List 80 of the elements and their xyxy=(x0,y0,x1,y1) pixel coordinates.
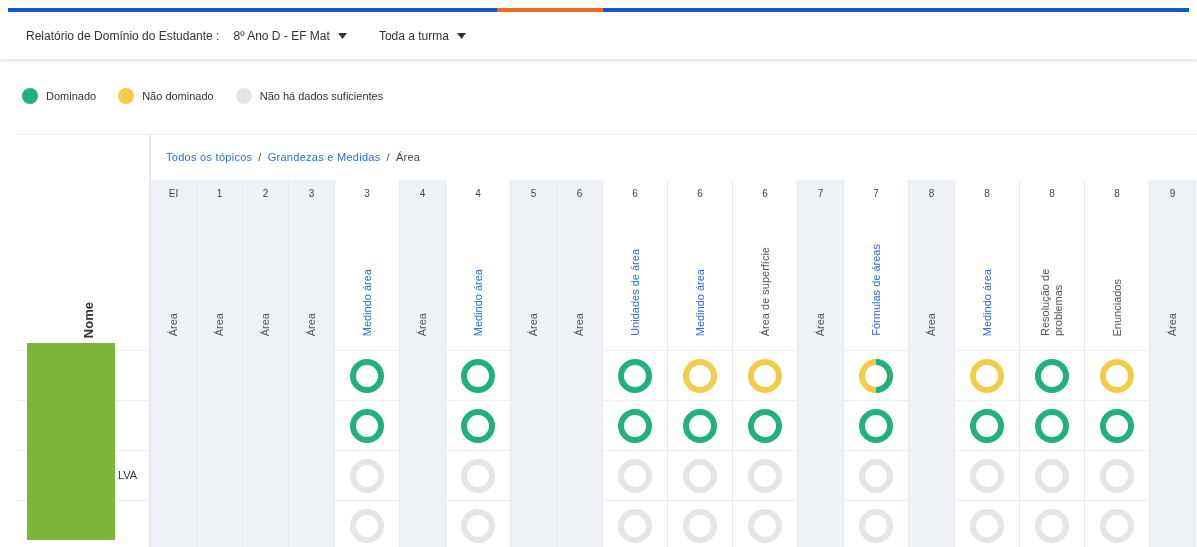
name-column-header: Nome xyxy=(79,301,97,338)
area-header: Área xyxy=(416,312,429,336)
breadcrumb-current: Área xyxy=(395,150,421,166)
grade-label: 4 xyxy=(475,187,481,201)
topic-header[interactable]: Unidades de área xyxy=(628,249,642,336)
grade-label: 6 xyxy=(576,187,583,201)
grade-label: 5 xyxy=(530,187,537,201)
mastery-ring-icon xyxy=(857,456,895,495)
legend-label: Não dominado xyxy=(142,88,214,104)
grade-label: 3 xyxy=(308,187,315,201)
grade-label: EI xyxy=(168,187,179,201)
topic-header[interactable]: Medindo área xyxy=(980,268,994,336)
caret-icon xyxy=(456,32,466,39)
area-header: Área xyxy=(259,312,272,336)
mastery-ring-icon xyxy=(348,356,386,395)
grade-label: 8 xyxy=(1114,187,1120,201)
grade-label: 2 xyxy=(262,187,269,201)
area-header: Área xyxy=(527,312,540,336)
area-header: Área xyxy=(573,312,586,336)
topic-header[interactable]: Medindo área xyxy=(471,268,485,336)
grade-label: 4 xyxy=(419,187,426,201)
breadcrumb-separator: / xyxy=(258,150,262,166)
mastery-ring-icon xyxy=(616,456,654,495)
breadcrumb-link[interactable]: Grandezas e Medidas xyxy=(267,149,381,166)
mastery-ring-icon xyxy=(459,406,497,445)
report-title: Relatório de Domínio do Estudante : xyxy=(26,27,220,45)
mastery-ring-icon xyxy=(746,356,784,395)
topic-header: Enunciados xyxy=(1110,278,1124,336)
mastery-ring-icon xyxy=(348,406,386,445)
topic-header: Resolução de problemas xyxy=(1039,267,1065,336)
area-header: Área xyxy=(167,312,180,336)
mastery-ring-icon xyxy=(459,356,497,395)
mastery-ring-icon xyxy=(616,406,654,445)
topic-header[interactable]: Medindo área xyxy=(360,268,374,336)
mastery-ring-icon xyxy=(348,456,386,495)
student-name: LVA xyxy=(118,468,138,484)
mastery-ring-icon xyxy=(1098,456,1136,495)
mastery-ring-icon xyxy=(968,356,1006,395)
mastery-ring-icon xyxy=(857,406,895,445)
grade-label: 8 xyxy=(928,187,935,201)
mastery-ring-icon xyxy=(857,356,895,395)
mastery-ring-icon xyxy=(681,356,719,395)
mastery-ring-icon xyxy=(746,406,784,445)
grade-label: 8 xyxy=(984,187,990,201)
legend-label: Não há dados suficientes xyxy=(259,88,384,104)
grade-label: 7 xyxy=(817,187,824,201)
grade-label: 9 xyxy=(1169,187,1176,201)
mastery-ring-icon xyxy=(968,406,1006,445)
mastery-ring-icon xyxy=(746,456,784,495)
topic-header: Área de superfície xyxy=(758,246,772,336)
topic-header[interactable]: Fórmulas de áreas xyxy=(869,244,883,336)
grade-label: 1 xyxy=(216,187,223,201)
mastery-ring-icon xyxy=(1033,456,1071,495)
class-dropdown[interactable]: 8º Ano D - EF Mat xyxy=(233,26,347,45)
mastery-ring-icon xyxy=(459,456,497,495)
grade-label: 6 xyxy=(762,187,768,201)
breadcrumb-link[interactable]: Todos os tópicos xyxy=(166,149,253,166)
area-header: Área xyxy=(925,312,938,336)
legend-label: Dominado xyxy=(46,88,97,104)
mastery-ring-icon xyxy=(1098,356,1136,395)
breadcrumb-separator: / xyxy=(386,150,390,166)
grade-label: 3 xyxy=(364,187,370,201)
area-header: Área xyxy=(305,312,318,336)
topic-header[interactable]: Medindo área xyxy=(693,268,707,336)
caret-icon xyxy=(337,32,347,39)
area-header: Área xyxy=(1166,312,1179,336)
grade-label: 8 xyxy=(1049,187,1055,201)
grade-label: 6 xyxy=(697,187,703,201)
mastery-ring-icon xyxy=(616,356,654,395)
area-header: Área xyxy=(814,312,827,336)
group-dropdown[interactable]: Toda a turma xyxy=(378,26,466,45)
mastery-ring-icon xyxy=(968,456,1006,495)
area-header: Área xyxy=(213,312,226,336)
grade-label: 6 xyxy=(632,187,638,201)
grade-label: 7 xyxy=(873,187,879,201)
mastery-ring-icon xyxy=(1098,406,1136,445)
mastery-ring-icon xyxy=(681,406,719,445)
mastery-ring-icon xyxy=(1033,406,1071,445)
mastery-ring-icon xyxy=(1033,356,1071,395)
mastery-ring-icon xyxy=(681,456,719,495)
